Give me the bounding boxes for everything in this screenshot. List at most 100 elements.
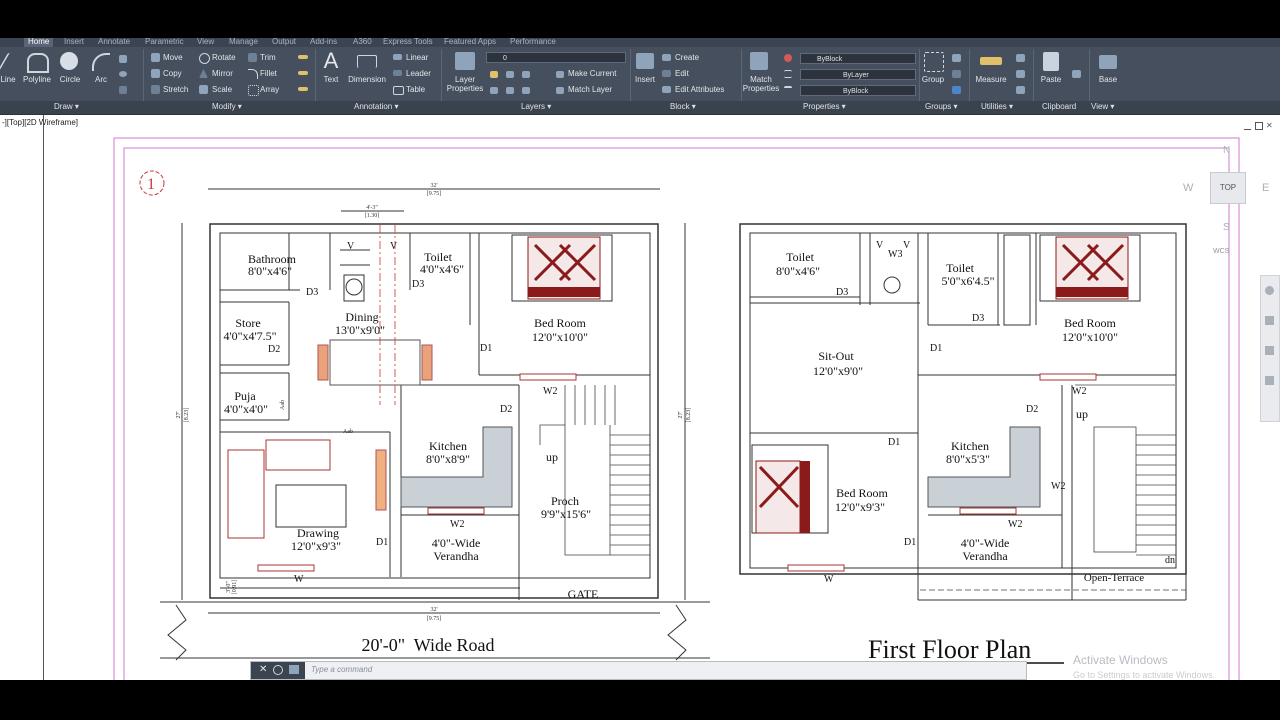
explode-icon[interactable] bbox=[298, 71, 308, 75]
copy-icon bbox=[151, 69, 160, 78]
ellipse-icon[interactable] bbox=[119, 71, 127, 77]
panel-properties[interactable]: Properties ▾ bbox=[803, 102, 846, 112]
panel-groups[interactable]: Groups ▾ bbox=[925, 102, 957, 112]
command-line[interactable]: ✕ Type a command bbox=[250, 661, 1027, 680]
move-button[interactable]: Move bbox=[163, 53, 183, 63]
recent-commands-icon[interactable] bbox=[289, 665, 299, 674]
cut-icon[interactable] bbox=[1072, 54, 1081, 62]
linear-dropdown[interactable]: Linear bbox=[406, 53, 428, 63]
tab-a360[interactable]: A360 bbox=[353, 38, 372, 47]
wcs-menu[interactable]: WCS bbox=[1213, 248, 1229, 255]
drawing-canvas[interactable]: -][Top][2D Wireframe] 1 Bathroom 8'0"x4'… bbox=[0, 115, 1280, 680]
layer-off-icon[interactable] bbox=[490, 71, 498, 78]
zoom-icon[interactable] bbox=[1265, 346, 1274, 355]
layer-walk-icon[interactable] bbox=[522, 87, 530, 94]
group-edit-icon[interactable] bbox=[952, 70, 961, 78]
measure-button[interactable]: Measure bbox=[972, 75, 1010, 84]
dimension-button[interactable]: Dimension bbox=[345, 75, 389, 84]
insert-button[interactable]: Insert bbox=[632, 75, 658, 84]
tab-express-tools[interactable]: Express Tools bbox=[383, 38, 433, 47]
table-button[interactable]: Table bbox=[406, 85, 425, 95]
scale-button[interactable]: Scale bbox=[212, 85, 232, 95]
tab-parametric[interactable]: Parametric bbox=[145, 38, 184, 47]
layer-properties-button[interactable]: Layer Properties bbox=[444, 75, 486, 93]
layer-isolate-icon[interactable] bbox=[506, 71, 514, 78]
panel-view[interactable]: View ▾ bbox=[1091, 102, 1114, 112]
match-layer-button[interactable]: Match Layer bbox=[568, 85, 612, 95]
minimize-icon[interactable] bbox=[1244, 122, 1251, 130]
linetype-dropdown[interactable]: ByLayer bbox=[800, 69, 916, 80]
navigation-bar[interactable] bbox=[1260, 275, 1280, 422]
match-properties-button[interactable]: Match Properties bbox=[740, 75, 782, 93]
restore-icon[interactable] bbox=[1255, 122, 1263, 130]
layer-lock-icon[interactable] bbox=[490, 87, 498, 94]
viewcube-top-face[interactable]: TOP bbox=[1210, 172, 1246, 204]
line-button[interactable]: Line bbox=[0, 75, 16, 84]
tab-addins[interactable]: Add-ins bbox=[310, 38, 337, 47]
viewport-window-controls[interactable]: ✕ bbox=[1244, 122, 1274, 131]
tab-performance[interactable]: Performance bbox=[510, 38, 556, 47]
tab-view[interactable]: View bbox=[197, 38, 214, 47]
tab-home[interactable]: Home bbox=[24, 38, 54, 47]
edit-attributes-button[interactable]: Edit Attributes bbox=[675, 85, 724, 95]
group-selection-icon[interactable] bbox=[952, 86, 961, 94]
layer-freeze-icon[interactable] bbox=[522, 71, 530, 78]
panel-block[interactable]: Block ▾ bbox=[670, 102, 696, 112]
tab-output[interactable]: Output bbox=[272, 38, 296, 47]
copy-button[interactable]: Copy bbox=[163, 69, 182, 79]
tab-annotate[interactable]: Annotate bbox=[98, 38, 130, 47]
copy-clip-icon[interactable] bbox=[1072, 70, 1081, 78]
stretch-button[interactable]: Stretch bbox=[163, 85, 188, 95]
panel-modify[interactable]: Modify ▾ bbox=[212, 102, 242, 112]
array-button[interactable]: Array bbox=[260, 85, 279, 95]
orbit-icon[interactable] bbox=[1265, 376, 1274, 385]
create-block-button[interactable]: Create bbox=[675, 53, 699, 63]
leader-dropdown[interactable]: Leader bbox=[406, 69, 431, 79]
tab-featured-apps[interactable]: Featured Apps bbox=[444, 38, 496, 47]
color-dropdown[interactable]: ByBlock bbox=[800, 53, 916, 64]
make-current-button[interactable]: Make Current bbox=[568, 69, 616, 79]
tab-insert[interactable]: Insert bbox=[64, 38, 84, 47]
edit-block-button[interactable]: Edit bbox=[675, 69, 689, 79]
panel-draw[interactable]: Draw ▾ bbox=[54, 102, 79, 112]
text-button[interactable]: Text bbox=[318, 75, 344, 84]
customize-icon[interactable] bbox=[273, 665, 283, 675]
rotate-button[interactable]: Rotate bbox=[212, 53, 236, 63]
trim-button[interactable]: Trim bbox=[260, 53, 276, 63]
polyline-button[interactable]: Polyline bbox=[20, 75, 54, 84]
panel-layers[interactable]: Layers ▾ bbox=[521, 102, 551, 112]
paste-button[interactable]: Paste bbox=[1038, 75, 1064, 84]
select-all-icon[interactable] bbox=[1016, 86, 1025, 94]
command-input[interactable]: Type a command bbox=[311, 665, 372, 674]
erase-icon[interactable] bbox=[298, 55, 308, 59]
steering-wheel-icon[interactable] bbox=[1265, 286, 1274, 295]
lineweight-dropdown[interactable]: ByBlock bbox=[800, 85, 916, 96]
close-icon[interactable]: ✕ bbox=[1266, 122, 1273, 130]
close-icon[interactable]: ✕ bbox=[259, 664, 267, 675]
ungroup-icon[interactable] bbox=[952, 54, 961, 62]
hatch-icon[interactable] bbox=[119, 86, 127, 94]
viewcube[interactable]: N W E TOP S WCS bbox=[1180, 140, 1275, 270]
compass-south[interactable]: S bbox=[1223, 222, 1230, 233]
circle-button[interactable]: Circle bbox=[56, 75, 84, 84]
compass-north[interactable]: N bbox=[1223, 145, 1230, 156]
panel-annotation[interactable]: Annotation ▾ bbox=[354, 102, 399, 112]
mirror-button[interactable]: Mirror bbox=[212, 69, 233, 79]
quick-select-icon[interactable] bbox=[1016, 70, 1025, 78]
base-view-button[interactable]: Base bbox=[1094, 75, 1122, 84]
move-icon bbox=[151, 53, 160, 62]
offset-icon[interactable] bbox=[298, 87, 308, 91]
panel-clipboard[interactable]: Clipboard bbox=[1042, 102, 1076, 112]
rectangle-icon[interactable] bbox=[119, 55, 127, 63]
compass-east[interactable]: E bbox=[1262, 182, 1269, 194]
id-point-icon[interactable] bbox=[1016, 54, 1025, 62]
pan-icon[interactable] bbox=[1265, 316, 1274, 325]
arc-button[interactable]: Arc bbox=[90, 75, 112, 84]
compass-west[interactable]: W bbox=[1183, 182, 1193, 194]
panel-utilities[interactable]: Utilities ▾ bbox=[981, 102, 1013, 112]
layer-dropdown[interactable]: 0 bbox=[486, 52, 626, 63]
group-button[interactable]: Group bbox=[920, 75, 946, 84]
tab-manage[interactable]: Manage bbox=[229, 38, 258, 47]
fillet-button[interactable]: Fillet bbox=[260, 69, 277, 79]
layer-unlock-icon[interactable] bbox=[506, 87, 514, 94]
